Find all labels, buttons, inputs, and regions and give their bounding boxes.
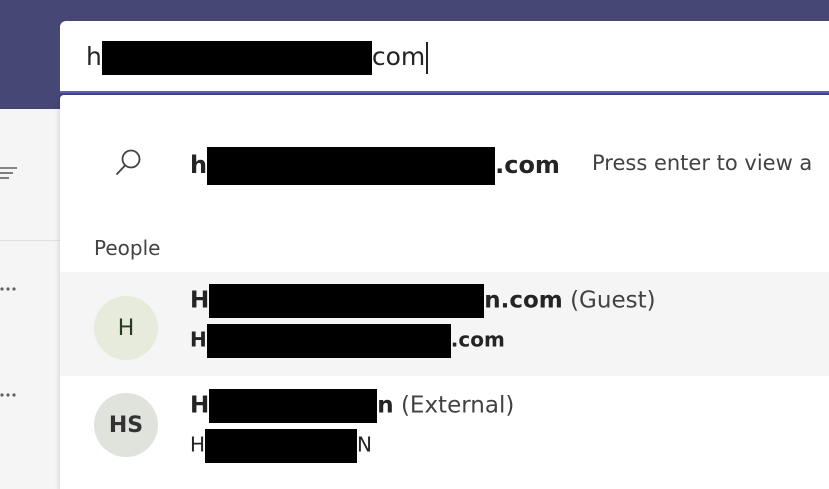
person-name: Hn (External) xyxy=(190,389,514,423)
search-suggestion-row[interactable]: h .com Press enter to view a xyxy=(60,135,829,191)
text-caret xyxy=(426,42,429,74)
list-item[interactable]: H Hn.com (Guest) H .com xyxy=(60,272,829,376)
search-icon xyxy=(116,149,141,175)
search-input[interactable]: h com xyxy=(60,21,829,93)
more-options-icon[interactable] xyxy=(0,284,16,294)
redacted-text xyxy=(207,147,496,185)
redacted-text xyxy=(209,389,378,423)
search-suggestion-query: h .com xyxy=(190,147,560,185)
redacted-text xyxy=(101,41,372,75)
person-name: Hn.com (Guest) xyxy=(190,284,656,318)
avatar: HS xyxy=(94,393,158,457)
search-suggestion-hint: Press enter to view a xyxy=(592,151,813,175)
person-email: H .com xyxy=(190,324,505,358)
filter-icon[interactable] xyxy=(0,160,18,184)
list-item[interactable]: HS Hn (External) HN xyxy=(60,377,829,481)
more-options-icon[interactable] xyxy=(0,390,16,400)
people-section-label: People xyxy=(94,236,161,260)
pane-divider xyxy=(0,240,60,241)
redacted-text xyxy=(205,429,358,463)
search-input-value: h com xyxy=(86,41,429,75)
redacted-text xyxy=(209,284,485,318)
person-subtitle: HN xyxy=(190,429,372,463)
redacted-text xyxy=(206,324,451,358)
search-suggestions-dropdown: h .com Press enter to view a People H Hn.… xyxy=(60,95,829,489)
avatar: H xyxy=(94,296,158,360)
